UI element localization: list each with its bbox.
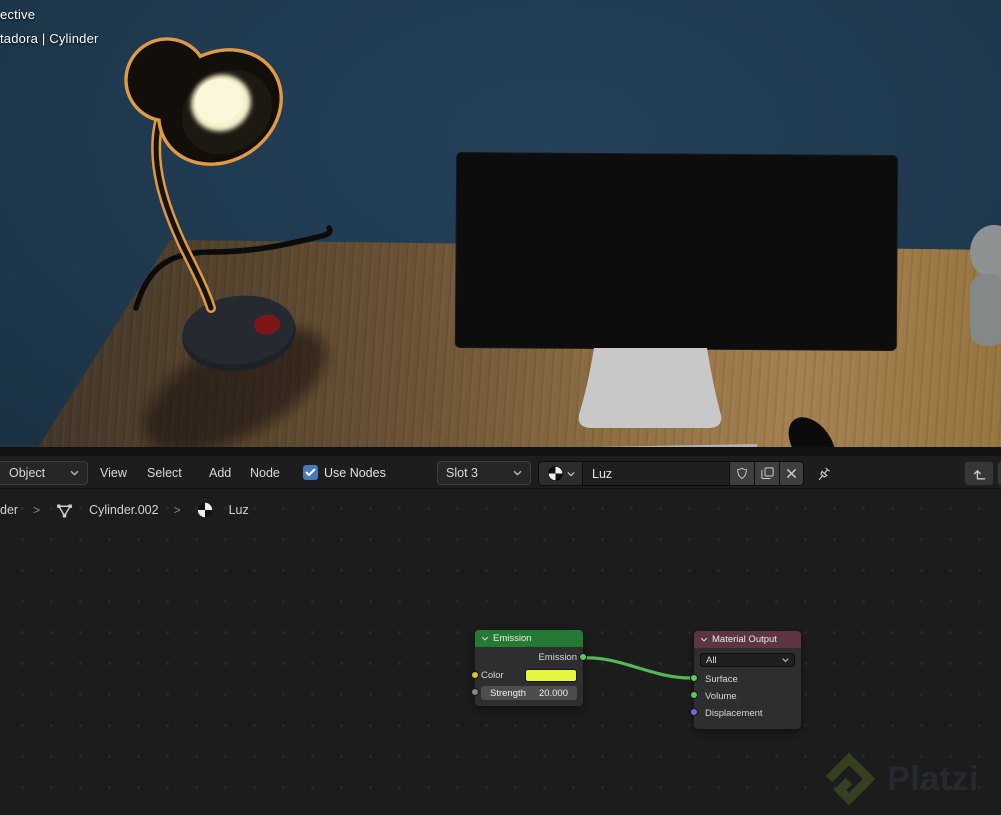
- socket-surface-input[interactable]: [690, 674, 698, 682]
- socket-strength-input[interactable]: [471, 688, 479, 696]
- new-material-button[interactable]: [754, 462, 779, 485]
- output-target-label: All: [706, 654, 717, 666]
- volume-input-row: Volume: [700, 689, 795, 704]
- node-emission[interactable]: Emission Emission Color Strength 20.000: [471, 630, 587, 706]
- menu-node[interactable]: Node: [246, 461, 284, 485]
- figurine[interactable]: [970, 225, 1001, 346]
- node-material-output-header[interactable]: Material Output: [694, 631, 801, 648]
- node-emission-header[interactable]: Emission: [475, 630, 583, 647]
- emission-output-label: Emission: [538, 652, 577, 663]
- emission-color-label: Color: [481, 669, 504, 681]
- pin-button[interactable]: [812, 463, 834, 485]
- shader-type-dropdown[interactable]: Object: [0, 461, 88, 485]
- use-nodes-checkbox[interactable]: [303, 465, 318, 480]
- chevron-down-icon: [782, 658, 789, 663]
- chevron-down-icon: [70, 470, 79, 476]
- material-browse-dropdown[interactable]: [539, 462, 583, 485]
- socket-emission-output[interactable]: [579, 653, 587, 661]
- collapse-chevron-icon[interactable]: [481, 636, 489, 641]
- node-material-output-body: All Surface Volume Displacement: [694, 648, 801, 729]
- output-target-dropdown[interactable]: All: [700, 653, 795, 667]
- emission-strength-label: Strength: [490, 687, 526, 699]
- material-name-field[interactable]: Luz: [583, 462, 729, 485]
- mesh-data-icon: [57, 504, 73, 517]
- platzi-watermark: Platzi: [821, 751, 979, 807]
- shader-editor-header: Object View Select Add Node Use Nodes Sl…: [0, 455, 1001, 489]
- volume-input-label: Volume: [705, 691, 737, 702]
- surface-input-row: Surface: [700, 672, 795, 687]
- breadcrumb-separator: >: [33, 503, 41, 517]
- editor-options-button[interactable]: [964, 461, 994, 486]
- displacement-input-row: Displacement: [700, 706, 795, 721]
- breadcrumb-material: Luz: [228, 503, 249, 517]
- node-emission-title: Emission: [493, 633, 532, 644]
- shader-node-canvas[interactable]: der > Cylinder.002 > Luz Emission Emissi…: [0, 489, 1001, 815]
- monitor[interactable]: [454, 152, 899, 428]
- checkmark-icon: [305, 468, 316, 476]
- material-id-widget: Luz: [538, 461, 804, 486]
- platzi-logo-icon: [826, 752, 876, 806]
- node-material-output[interactable]: Material Output All Surface Volume Displ…: [690, 631, 801, 729]
- menu-view[interactable]: View: [96, 461, 131, 485]
- viewport-scene-label: tadora | Cylinder: [0, 31, 99, 46]
- chevron-down-icon: [513, 470, 522, 476]
- socket-color-input[interactable]: [471, 671, 479, 679]
- breadcrumb-separator: >: [173, 503, 181, 517]
- chevron-down-icon: [566, 471, 575, 477]
- use-nodes-label[interactable]: Use Nodes: [324, 461, 386, 485]
- slot-dropdown[interactable]: Slot 3: [437, 461, 531, 485]
- material-sphere-icon: [547, 466, 563, 481]
- surface-input-label: Surface: [705, 674, 738, 685]
- socket-volume-input[interactable]: [690, 691, 698, 699]
- unlink-material-button[interactable]: [779, 462, 803, 485]
- menu-add[interactable]: Add: [205, 461, 235, 485]
- displacement-input-label: Displacement: [705, 708, 763, 719]
- breadcrumb: der > Cylinder.002 > Luz: [0, 500, 249, 520]
- desk-front-edge: [0, 447, 1001, 455]
- arrow-up-icon: [973, 469, 986, 479]
- breadcrumb-root: der: [0, 503, 19, 517]
- emission-strength-slider[interactable]: Strength 20.000: [481, 686, 577, 700]
- scene-objects: [0, 37, 1001, 455]
- viewport-perspective-label: ective: [0, 7, 36, 22]
- shader-type-label: Object: [9, 466, 46, 480]
- material-sphere-icon: [197, 502, 212, 518]
- slot-label: Slot 3: [446, 466, 478, 480]
- link-emission-to-surface: [582, 656, 695, 680]
- breadcrumb-object: Cylinder.002: [89, 503, 159, 517]
- material-name-value: Luz: [592, 466, 613, 481]
- clipped-header-button[interactable]: [997, 461, 1001, 486]
- node-material-output-title: Material Output: [712, 634, 777, 645]
- pin-icon: [818, 467, 830, 480]
- monitor-stand: [578, 348, 722, 428]
- socket-displacement-input[interactable]: [690, 708, 698, 716]
- shield-icon: [737, 467, 747, 479]
- blender-window: ective tadora | Cylinder Object View Sel…: [0, 0, 1001, 815]
- emission-output-row: Emission: [481, 650, 577, 665]
- emission-color-row: Color: [481, 667, 577, 683]
- platzi-watermark-text: Platzi: [887, 759, 979, 798]
- node-emission-body: Emission Color Strength 20.000: [475, 647, 583, 706]
- fake-user-button[interactable]: [729, 462, 754, 485]
- emission-color-swatch[interactable]: [525, 668, 577, 682]
- collapse-chevron-icon[interactable]: [700, 637, 708, 642]
- duplicate-icon: [760, 467, 774, 479]
- viewport-3d[interactable]: ective tadora | Cylinder: [0, 0, 1001, 455]
- lamp-cable[interactable]: [133, 225, 333, 311]
- emission-strength-value: 20.000: [538, 687, 568, 699]
- close-icon: [787, 469, 796, 478]
- menu-select[interactable]: Select: [143, 461, 186, 485]
